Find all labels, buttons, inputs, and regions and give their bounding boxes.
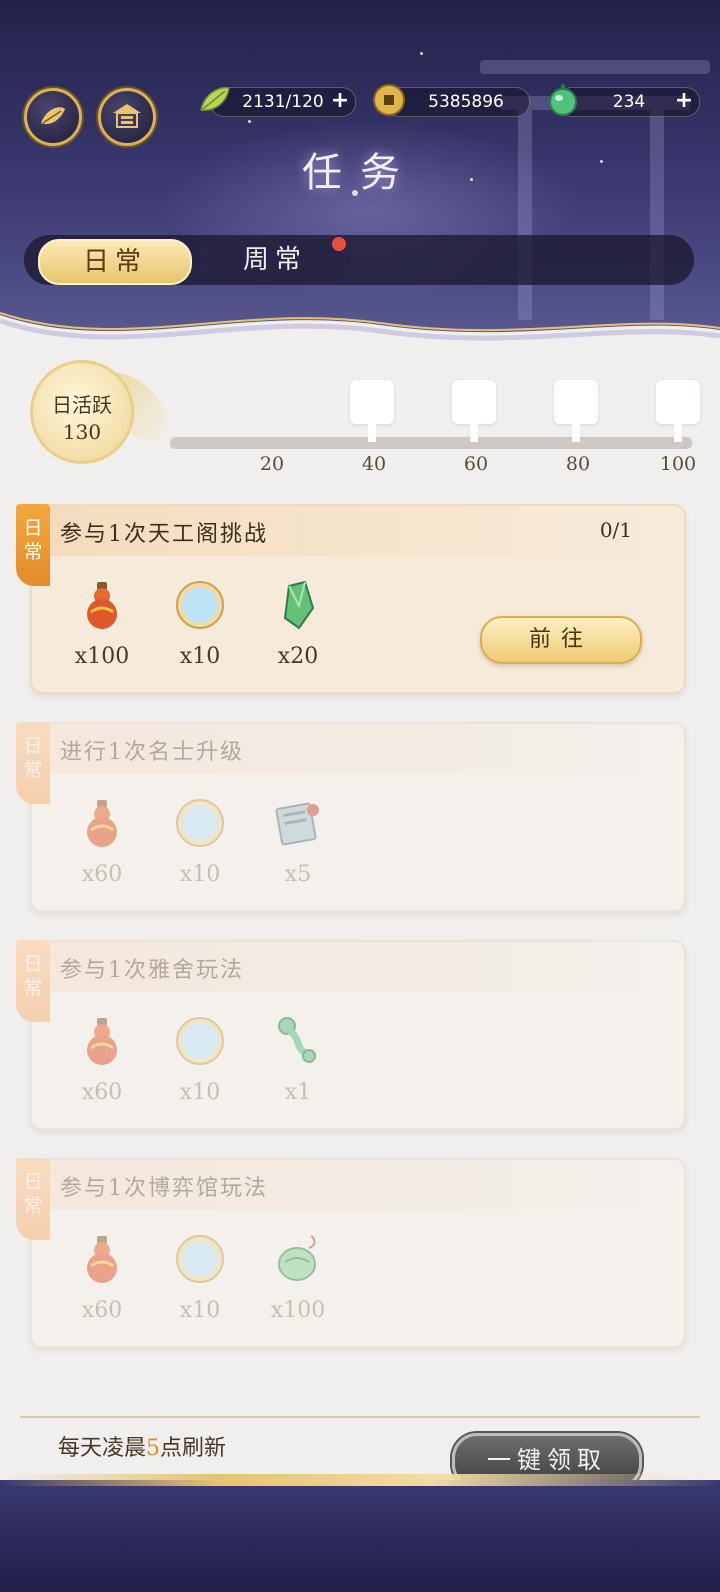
refresh-notice: 每天凌晨5点刷新 [58, 1430, 226, 1462]
page-title: 任务 [302, 150, 418, 196]
reward-item[interactable]: x100 [62, 578, 142, 669]
reward-count: x100 [74, 644, 130, 669]
milestone-label: 40 [361, 453, 387, 475]
reward-count: x10 [179, 1080, 221, 1105]
resource-jade-value: 234 [612, 92, 646, 112]
moon-mirror-icon [176, 581, 224, 629]
task-card: 日常 参与1次博弈馆玩法 x60 x10 x100 [16, 1158, 686, 1348]
milestone-label: 100 [659, 453, 697, 475]
reward-count: x60 [81, 862, 123, 887]
reward-item[interactable]: x60 [62, 1232, 142, 1323]
reward-count: x10 [179, 1298, 221, 1323]
notification-dot [332, 237, 346, 251]
header-banner: 2131/120 + 5385896 234 + 任务 日常 周常 [0, 0, 720, 350]
reward-item[interactable]: x10 [160, 578, 240, 669]
daily-activity-medal: 日活跃 130 [18, 352, 168, 467]
reward-count: x100 [270, 1298, 326, 1323]
moon-mirror-icon [176, 1017, 224, 1065]
daily-tag-ribbon: 日常 [16, 940, 50, 1022]
reward-item[interactable]: x1 [258, 1014, 338, 1105]
moon-mirror-icon [176, 1235, 224, 1283]
leaf-emblem-icon [41, 107, 65, 125]
tab-weekly[interactable]: 周常 [200, 237, 350, 281]
task-name: 参与1次博弈馆玩法 [60, 1176, 268, 1201]
go-button[interactable]: 前往 [480, 616, 642, 664]
milestone-label: 60 [463, 453, 489, 475]
task-name: 参与1次天工阁挑战 [60, 522, 268, 547]
task-name: 参与1次雅舍玩法 [60, 958, 244, 983]
star [420, 52, 423, 55]
copper-coin-icon [373, 84, 405, 116]
resource-leaf-value: 2131/120 [242, 92, 324, 112]
milestone-chest-100[interactable] [656, 380, 700, 442]
daily-tag-ribbon: 日常 [16, 1158, 50, 1240]
reward-item[interactable]: x10 [160, 796, 240, 887]
task-card: 日常 进行1次名士升级 x60 x10 x5 [16, 722, 686, 912]
jade-orb-icon [549, 84, 577, 116]
gourd-bottle-icon [87, 1018, 117, 1065]
resource-jade: 234 + [549, 84, 700, 117]
reward-item[interactable]: x10 [160, 1232, 240, 1323]
reward-item[interactable]: x60 [62, 1014, 142, 1105]
task-name: 进行1次名士升级 [60, 740, 244, 765]
resource-leaf: 2131/120 + [200, 86, 356, 117]
activity-progress-fill [171, 438, 691, 448]
moon-mirror-icon [176, 799, 224, 847]
reward-count: x10 [179, 644, 221, 669]
reward-item[interactable]: x20 [258, 578, 338, 669]
activity-progress-bar [170, 437, 692, 449]
gourd-bottle-icon [87, 800, 117, 847]
resource-coin: 5385896 [373, 84, 530, 117]
refresh-prefix: 每天凌晨 [58, 1436, 147, 1461]
reward-count: x1 [284, 1080, 312, 1105]
bottom-gold-line [0, 1474, 720, 1486]
green-crystal-icon [283, 580, 315, 630]
star [248, 120, 251, 123]
activity-value: 130 [62, 420, 102, 444]
milestone-chest-40[interactable] [350, 380, 394, 442]
resource-coin-value: 5385896 [428, 92, 504, 112]
reward-count: x60 [81, 1298, 123, 1323]
activity-label: 日活跃 [52, 393, 112, 417]
reward-count: x60 [81, 1080, 123, 1105]
refresh-suffix: 点刷新 [160, 1436, 227, 1461]
jade-pendant-icon [278, 1235, 316, 1281]
activity-disk: 日活跃 130 [30, 360, 134, 464]
banner-wave-edge [0, 312, 720, 350]
reward-item[interactable]: x60 [62, 796, 142, 887]
reward-item[interactable]: x5 [258, 796, 338, 887]
bottom-decoration [0, 1474, 720, 1592]
pavilion-icon [113, 104, 141, 128]
milestone-label: 80 [565, 453, 591, 475]
jade-ruyi-icon [278, 1017, 316, 1063]
reward-item[interactable]: x100 [258, 1232, 338, 1323]
reward-count: x5 [284, 862, 312, 887]
task-card: 日常 参与1次天工阁挑战 0/1 x100 x10 x20 前往 [16, 504, 686, 694]
daily-tag-ribbon: 日常 [16, 722, 50, 804]
gourd-bottle-icon [87, 582, 117, 629]
add-jade-button[interactable]: + [673, 90, 695, 113]
tab-bar: 日常 周常 [24, 235, 694, 285]
leaf-emblem-button[interactable] [24, 88, 82, 146]
refresh-hour: 5 [146, 1436, 161, 1461]
tab-weekly-label: 周常 [242, 245, 307, 275]
milestone-chest-80[interactable] [554, 380, 598, 442]
pavilion-button[interactable] [98, 88, 156, 146]
milestone-chest-60[interactable] [452, 380, 496, 442]
daily-tag-ribbon: 日常 [16, 504, 50, 586]
milestone-label: 20 [259, 453, 285, 475]
book-scroll-icon [275, 802, 319, 846]
gourd-bottle-icon [87, 1236, 117, 1283]
task-progress: 0/1 [599, 518, 632, 542]
reward-count: x20 [277, 644, 319, 669]
green-leaf-icon [200, 86, 230, 111]
reward-item[interactable]: x10 [160, 1014, 240, 1105]
tab-daily[interactable]: 日常 [38, 239, 192, 285]
footer-divider [20, 1416, 700, 1418]
add-leaf-button[interactable]: + [329, 90, 351, 113]
task-card: 日常 参与1次雅舍玩法 x60 x10 x1 [16, 940, 686, 1130]
reward-count: x10 [179, 862, 221, 887]
